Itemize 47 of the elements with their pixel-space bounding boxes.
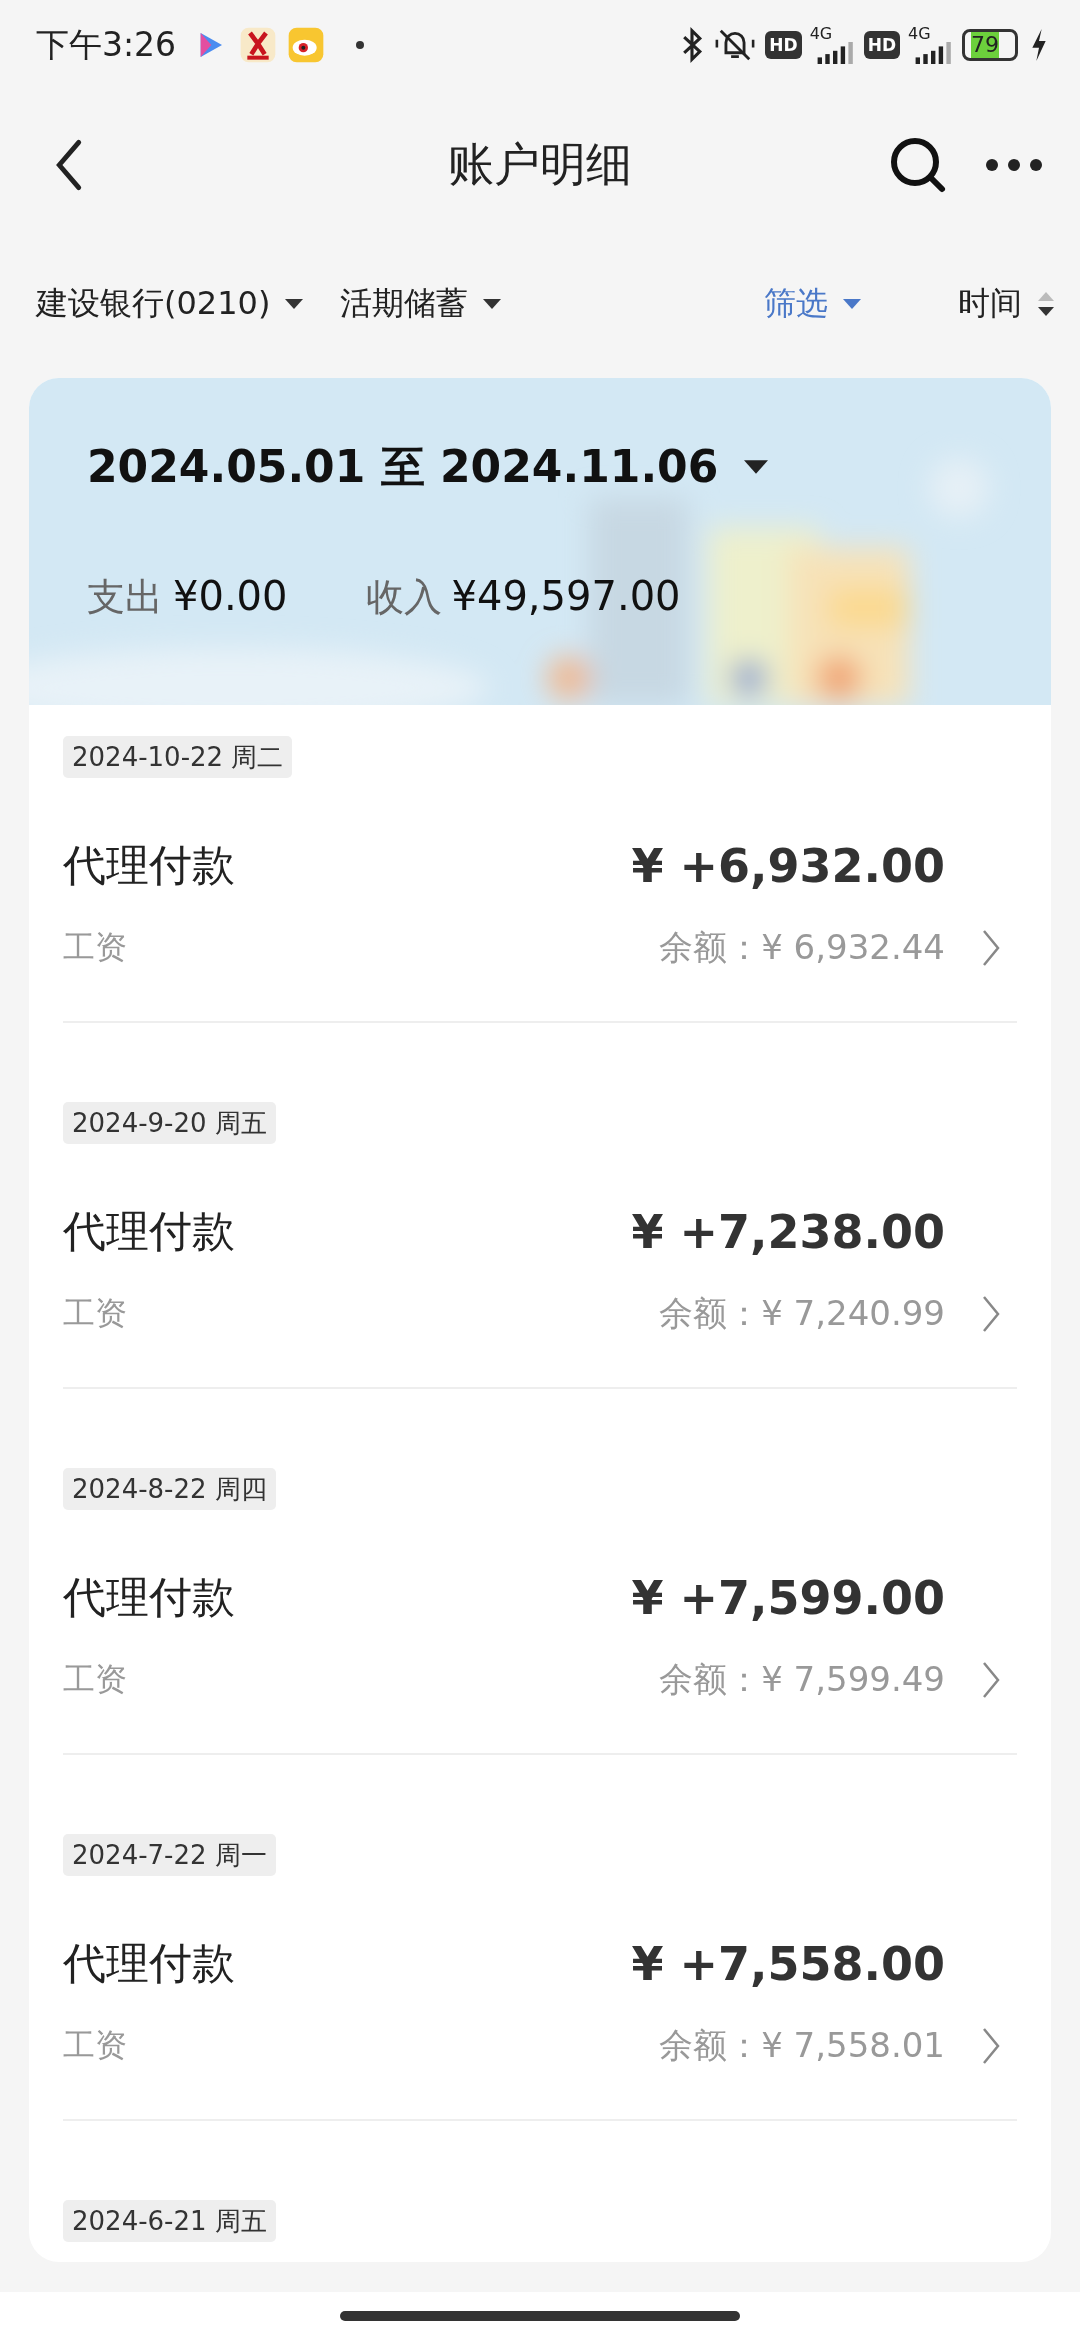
income-label: 收入: [365, 574, 442, 621]
transaction-title: 代理付款: [63, 1205, 235, 1258]
transaction-title: 代理付款: [63, 1571, 235, 1624]
date-range[interactable]: 2024.05.01 至 2024.11.06: [87, 437, 719, 497]
more-icon[interactable]: [984, 157, 1044, 173]
caret-icon: [482, 298, 503, 310]
network-label: 4G: [908, 26, 931, 42]
battery-indicator: 79: [962, 29, 1018, 61]
caret-icon[interactable]: [742, 459, 771, 475]
date-tag: 2024-10-22 周二: [63, 736, 293, 778]
transaction-amount: ¥ +7,599.00: [631, 1571, 945, 1625]
chevron-right-icon[interactable]: [981, 1660, 1001, 1700]
balance-text: 余额：¥ 7,558.01: [659, 2024, 945, 2067]
balance-text: 余额：¥ 7,240.99: [659, 1292, 945, 1335]
expense-amount: ¥0.00: [173, 573, 288, 619]
transaction-title: 代理付款: [63, 1937, 235, 1990]
date-tag: 2024-9-20 周五: [63, 1102, 276, 1144]
filter-dropdown[interactable]: 建设银行(0210): [36, 282, 305, 326]
status-time: 下午3:26: [36, 23, 177, 66]
hd-badge: HD: [863, 31, 900, 59]
search-icon[interactable]: [888, 135, 948, 195]
hd-badge: HD: [765, 31, 802, 59]
date-tag: 2024-7-22 周一: [63, 1834, 276, 1876]
chevron-right-icon[interactable]: [981, 928, 1001, 968]
chevron-right-icon[interactable]: [981, 1294, 1001, 1334]
transaction-amount: ¥ +6,932.00: [631, 839, 945, 893]
transaction-amount: ¥ +7,238.00: [631, 1205, 945, 1259]
transaction-note: 工资: [63, 1293, 127, 1334]
transaction-note: 工资: [63, 1659, 127, 1700]
caret-icon: [284, 298, 305, 310]
balance-text: 余额：¥ 6,932.44: [659, 926, 945, 969]
filter-dropdown[interactable]: 筛选: [764, 282, 862, 326]
caret-icon: [842, 298, 862, 310]
income-amount: ¥49,597.00: [451, 573, 681, 619]
expense-label: 支出: [87, 574, 163, 621]
chevron-right-icon[interactable]: [981, 2026, 1001, 2066]
filter-dropdown[interactable]: 时间: [958, 282, 1056, 326]
date-tag: 2024-6-21 周五: [63, 2200, 276, 2242]
transaction-note: 工资: [63, 2025, 127, 2066]
balance-text: 余额：¥ 7,599.49: [659, 1658, 945, 1701]
network-label: 4G: [809, 26, 833, 42]
filter-dropdown[interactable]: 活期储蓄: [340, 282, 503, 326]
transaction-title: 代理付款: [63, 839, 235, 892]
date-tag: 2024-8-22 周四: [63, 1468, 276, 1510]
transaction-note: 工资: [63, 927, 127, 968]
page-title: 账户明细: [448, 136, 632, 193]
transaction-amount: ¥ +7,558.00: [631, 1937, 945, 1991]
